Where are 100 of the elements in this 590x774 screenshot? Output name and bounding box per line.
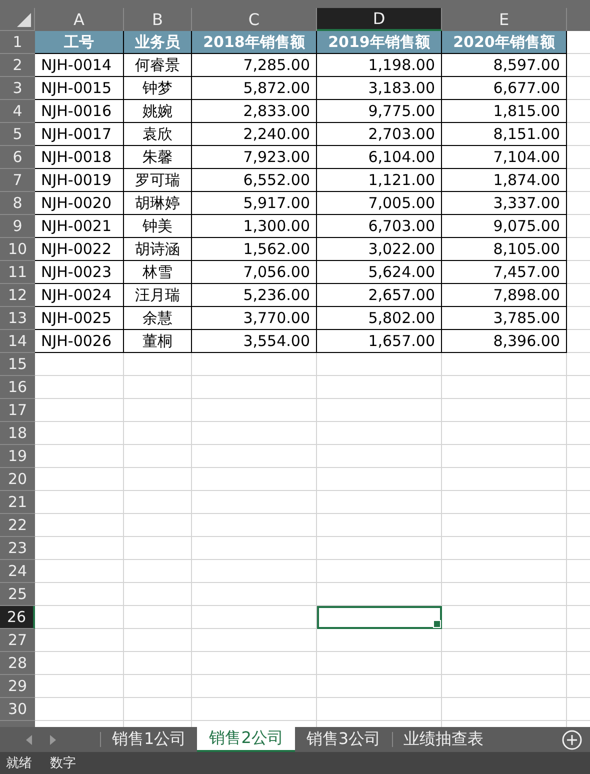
select-all-icon[interactable]	[17, 13, 31, 27]
row-number[interactable]: 6	[0, 146, 35, 169]
empty-cell[interactable]	[442, 537, 567, 560]
empty-cell[interactable]	[317, 491, 442, 514]
row-number[interactable]: 24	[0, 560, 35, 583]
row-number[interactable]: 20	[0, 468, 35, 491]
row-number[interactable]: 29	[0, 675, 35, 698]
empty-cell[interactable]	[317, 629, 442, 652]
empty-cell[interactable]	[192, 583, 317, 606]
column-header[interactable]: A	[35, 8, 124, 31]
empty-cell[interactable]	[317, 698, 442, 721]
empty-cell[interactable]	[124, 537, 192, 560]
empty-cell[interactable]	[442, 652, 567, 675]
empty-cell[interactable]	[192, 376, 317, 399]
empty-cell[interactable]	[317, 560, 442, 583]
empty-cell[interactable]	[317, 583, 442, 606]
empty-cell[interactable]	[317, 514, 442, 537]
empty-cell[interactable]	[442, 399, 567, 422]
empty-cell[interactable]	[442, 468, 567, 491]
row-number[interactable]: 25	[0, 583, 35, 606]
empty-cell[interactable]	[192, 468, 317, 491]
empty-cell[interactable]	[317, 376, 442, 399]
empty-cell[interactable]	[192, 629, 317, 652]
empty-cell[interactable]	[124, 698, 192, 721]
row-number[interactable]: 11	[0, 261, 35, 284]
empty-cell[interactable]	[124, 422, 192, 445]
row-number[interactable]: 27	[0, 629, 35, 652]
row-number[interactable]: 14	[0, 330, 35, 353]
empty-cell[interactable]	[442, 675, 567, 698]
empty-cell[interactable]	[192, 514, 317, 537]
scroll-right-icon[interactable]	[50, 734, 56, 744]
column-header[interactable]: E	[442, 8, 567, 31]
row-number[interactable]: 8	[0, 192, 35, 215]
empty-cell[interactable]	[124, 560, 192, 583]
empty-cell[interactable]	[124, 606, 192, 629]
column-header[interactable]: C	[192, 8, 317, 31]
empty-cell[interactable]	[317, 422, 442, 445]
empty-cell[interactable]	[442, 698, 567, 721]
empty-cell[interactable]	[317, 652, 442, 675]
row-number[interactable]: 23	[0, 537, 35, 560]
row-number[interactable]: 18	[0, 422, 35, 445]
row-number[interactable]: 12	[0, 284, 35, 307]
selected-cell[interactable]	[317, 606, 442, 629]
sheet-tab[interactable]: 业绩抽查表	[392, 727, 495, 752]
empty-cell[interactable]	[192, 422, 317, 445]
row-number[interactable]: 17	[0, 399, 35, 422]
add-sheet-icon[interactable]	[562, 730, 582, 750]
empty-cell[interactable]	[317, 675, 442, 698]
empty-cell[interactable]	[124, 652, 192, 675]
empty-cell[interactable]	[317, 468, 442, 491]
empty-cell[interactable]	[124, 376, 192, 399]
row-number[interactable]: 10	[0, 238, 35, 261]
empty-cell[interactable]	[192, 698, 317, 721]
row-number[interactable]: 19	[0, 445, 35, 468]
empty-cell[interactable]	[192, 606, 317, 629]
row-number[interactable]: 9	[0, 215, 35, 238]
empty-cell[interactable]	[442, 422, 567, 445]
row-number[interactable]: 26	[0, 606, 35, 629]
empty-cell[interactable]	[192, 537, 317, 560]
empty-cell[interactable]	[192, 491, 317, 514]
empty-cell[interactable]	[317, 353, 442, 376]
empty-cell[interactable]	[442, 445, 567, 468]
empty-cell[interactable]	[124, 675, 192, 698]
sheet-tab[interactable]: 销售2公司	[197, 727, 296, 752]
row-number[interactable]: 15	[0, 353, 35, 376]
empty-cell[interactable]	[124, 629, 192, 652]
empty-cell[interactable]	[192, 399, 317, 422]
empty-cell[interactable]	[442, 560, 567, 583]
scroll-left-icon[interactable]	[26, 734, 32, 744]
empty-cell[interactable]	[192, 675, 317, 698]
empty-cell[interactable]	[442, 491, 567, 514]
empty-cell[interactable]	[317, 537, 442, 560]
empty-cell[interactable]	[124, 491, 192, 514]
empty-cell[interactable]	[124, 445, 192, 468]
row-number[interactable]: 2	[0, 54, 35, 77]
row-number[interactable]: 21	[0, 491, 35, 514]
row-number[interactable]: 16	[0, 376, 35, 399]
row-number[interactable]: 4	[0, 100, 35, 123]
row-number[interactable]: 1	[0, 31, 35, 54]
empty-cell[interactable]	[317, 399, 442, 422]
row-number[interactable]: 30	[0, 698, 35, 721]
empty-cell[interactable]	[124, 353, 192, 376]
row-number[interactable]: 5	[0, 123, 35, 146]
row-number[interactable]: 28	[0, 652, 35, 675]
row-number[interactable]: 22	[0, 514, 35, 537]
empty-cell[interactable]	[317, 445, 442, 468]
row-number[interactable]: 3	[0, 77, 35, 100]
empty-cell[interactable]	[192, 652, 317, 675]
empty-cell[interactable]	[192, 353, 317, 376]
row-number[interactable]: 13	[0, 307, 35, 330]
column-header[interactable]: D	[317, 8, 442, 31]
sheet-tab[interactable]: 销售1公司	[101, 727, 198, 752]
empty-cell[interactable]	[442, 606, 567, 629]
empty-cell[interactable]	[442, 376, 567, 399]
empty-cell[interactable]	[442, 629, 567, 652]
empty-cell[interactable]	[442, 514, 567, 537]
empty-cell[interactable]	[192, 445, 317, 468]
empty-cell[interactable]	[442, 583, 567, 606]
empty-cell[interactable]	[442, 353, 567, 376]
empty-cell[interactable]	[192, 560, 317, 583]
